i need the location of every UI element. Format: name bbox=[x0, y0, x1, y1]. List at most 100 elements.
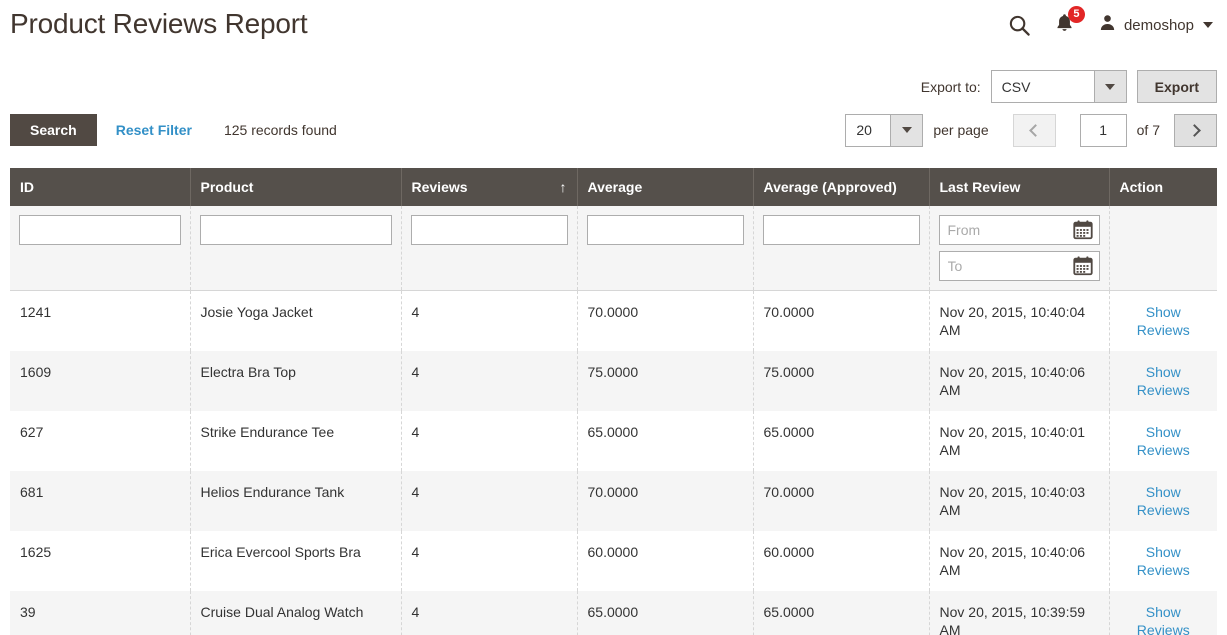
show-reviews-link[interactable]: Show Reviews bbox=[1120, 303, 1208, 339]
filter-date-to-field bbox=[938, 251, 1100, 281]
column-header-average[interactable]: Average bbox=[577, 168, 754, 206]
filter-input-average[interactable] bbox=[586, 215, 744, 245]
cell-id: 681 bbox=[10, 471, 191, 531]
page-header: Product Reviews Report 5 demoshop bbox=[0, 0, 1227, 56]
column-label-last-review: Last Review bbox=[939, 179, 1021, 195]
cell-average-approved: 70.0000 bbox=[753, 471, 930, 531]
cell-average: 65.0000 bbox=[577, 591, 754, 635]
column-header-product[interactable]: Product bbox=[190, 168, 402, 206]
grid-action-left: Search Reset Filter 125 records found bbox=[10, 112, 337, 148]
search-icon bbox=[1008, 14, 1031, 37]
filter-cell-average bbox=[577, 206, 754, 291]
chevron-left-icon bbox=[1029, 123, 1043, 137]
column-header-id[interactable]: ID bbox=[10, 168, 191, 206]
per-page-value: 20 bbox=[856, 122, 872, 138]
export-format-value: CSV bbox=[1001, 78, 1031, 95]
cell-last-review: Nov 20, 2015, 10:40:03 AM bbox=[929, 471, 1110, 531]
page-title: Product Reviews Report bbox=[10, 8, 308, 39]
cell-product: Strike Endurance Tee bbox=[190, 411, 402, 471]
filter-input-average-approved[interactable] bbox=[762, 215, 920, 245]
show-reviews-link[interactable]: Show Reviews bbox=[1120, 603, 1208, 635]
cell-id: 1609 bbox=[10, 351, 191, 411]
calendar-icon[interactable] bbox=[1072, 219, 1094, 241]
table-body: 1241Josie Yoga Jacket470.000070.0000Nov … bbox=[10, 206, 1217, 635]
filter-cell-reviews bbox=[401, 206, 578, 291]
cell-reviews: 4 bbox=[401, 351, 578, 411]
cell-id: 1241 bbox=[10, 290, 191, 351]
notifications-count-badge: 5 bbox=[1067, 6, 1085, 23]
user-name-label: demoshop bbox=[1123, 16, 1194, 34]
cell-average: 75.0000 bbox=[577, 351, 754, 411]
current-page-input[interactable] bbox=[1079, 113, 1127, 147]
filter-input-id[interactable] bbox=[19, 215, 181, 245]
show-reviews-link[interactable]: Show Reviews bbox=[1120, 363, 1208, 399]
notifications-button[interactable]: 5 bbox=[1042, 6, 1088, 42]
filter-cell-product bbox=[190, 206, 402, 291]
column-label-id: ID bbox=[20, 179, 34, 195]
cell-action: Show Reviews bbox=[1109, 411, 1217, 471]
cell-reviews: 4 bbox=[401, 591, 578, 635]
show-reviews-link[interactable]: Show Reviews bbox=[1120, 543, 1208, 579]
chevron-down-icon bbox=[890, 114, 923, 146]
header-row: ID Product Reviews ↑ Average Average (Ap… bbox=[10, 168, 1217, 206]
chevron-down-icon bbox=[1093, 71, 1126, 102]
filter-cell-average-approved bbox=[753, 206, 930, 291]
global-search-button[interactable] bbox=[998, 8, 1042, 42]
export-button[interactable]: Export bbox=[1136, 70, 1217, 103]
column-header-last-review[interactable]: Last Review bbox=[929, 168, 1110, 206]
cell-reviews: 4 bbox=[401, 411, 578, 471]
cell-average: 65.0000 bbox=[577, 411, 754, 471]
table-row: 1241 Josie Yoga Jacket 4 70.0000 70.0000 Nov … bbox=[10, 290, 1217, 351]
show-reviews-link[interactable]: Show Reviews bbox=[1120, 423, 1208, 459]
cell-average-approved: 65.0000 bbox=[753, 591, 930, 635]
previous-page-button[interactable] bbox=[1012, 113, 1056, 147]
sort-ascending-icon: ↑ bbox=[559, 179, 567, 195]
filter-row bbox=[10, 206, 1217, 291]
cell-average: 70.0000 bbox=[577, 471, 754, 531]
cell-product: Cruise Dual Analog Watch bbox=[190, 591, 402, 635]
cell-id: 627 bbox=[10, 411, 191, 471]
cell-average-approved: 60.0000 bbox=[753, 531, 930, 591]
filter-input-product[interactable] bbox=[199, 215, 392, 245]
header-tools: 5 demoshop bbox=[998, 6, 1217, 42]
column-header-action: Action bbox=[1109, 168, 1217, 206]
table-row: 627 Strike Endurance Tee 4 65.0000 65.0000 No… bbox=[10, 411, 1217, 471]
pagination-controls: 20 per page of 7 bbox=[845, 112, 1217, 148]
reviews-table: ID Product Reviews ↑ Average Average (Ap… bbox=[10, 168, 1217, 635]
export-to-label: Export to: bbox=[920, 78, 981, 95]
user-menu-button[interactable]: demoshop bbox=[1088, 8, 1217, 42]
next-page-button[interactable] bbox=[1174, 113, 1217, 147]
cell-average-approved: 75.0000 bbox=[753, 351, 930, 411]
cell-last-review: Nov 20, 2015, 10:40:04 AM bbox=[929, 290, 1110, 351]
cell-action: Show Reviews bbox=[1109, 591, 1217, 635]
show-reviews-link[interactable]: Show Reviews bbox=[1120, 483, 1208, 519]
cell-id: 39 bbox=[10, 591, 191, 635]
column-label-average-approved: Average (Approved) bbox=[763, 179, 897, 195]
export-format-select[interactable]: CSV bbox=[990, 70, 1127, 103]
cell-product: Josie Yoga Jacket bbox=[190, 290, 402, 351]
cell-average-approved: 65.0000 bbox=[753, 411, 930, 471]
column-label-action: Action bbox=[1119, 179, 1164, 195]
grid-action-bar: Search Reset Filter 125 records found 20… bbox=[0, 112, 1227, 152]
per-page-select[interactable]: 20 bbox=[845, 113, 924, 147]
chevron-down-icon bbox=[1203, 22, 1213, 28]
cell-average-approved: 70.0000 bbox=[753, 290, 930, 351]
reset-filter-link[interactable]: Reset Filter bbox=[116, 122, 192, 138]
filter-date-from-field bbox=[938, 215, 1100, 245]
column-header-average-approved[interactable]: Average (Approved) bbox=[753, 168, 930, 206]
filter-cell-last-review bbox=[929, 206, 1110, 291]
filter-input-reviews[interactable] bbox=[410, 215, 568, 245]
per-page-label: per page bbox=[933, 122, 989, 138]
reviews-grid: ID Product Reviews ↑ Average Average (Ap… bbox=[10, 168, 1217, 635]
calendar-icon[interactable] bbox=[1072, 255, 1094, 277]
cell-product: Erica Evercool Sports Bra bbox=[190, 531, 402, 591]
column-header-reviews[interactable]: Reviews ↑ bbox=[401, 168, 578, 206]
total-pages-label: of 7 bbox=[1136, 122, 1160, 138]
cell-reviews: 4 bbox=[401, 531, 578, 591]
cell-reviews: 4 bbox=[401, 471, 578, 531]
search-button[interactable]: Search bbox=[10, 114, 97, 146]
cell-average: 70.0000 bbox=[577, 290, 754, 351]
cell-last-review: Nov 20, 2015, 10:39:59 AM bbox=[929, 591, 1110, 635]
user-avatar-icon bbox=[1098, 12, 1117, 38]
cell-last-review: Nov 20, 2015, 10:40:06 AM bbox=[929, 531, 1110, 591]
